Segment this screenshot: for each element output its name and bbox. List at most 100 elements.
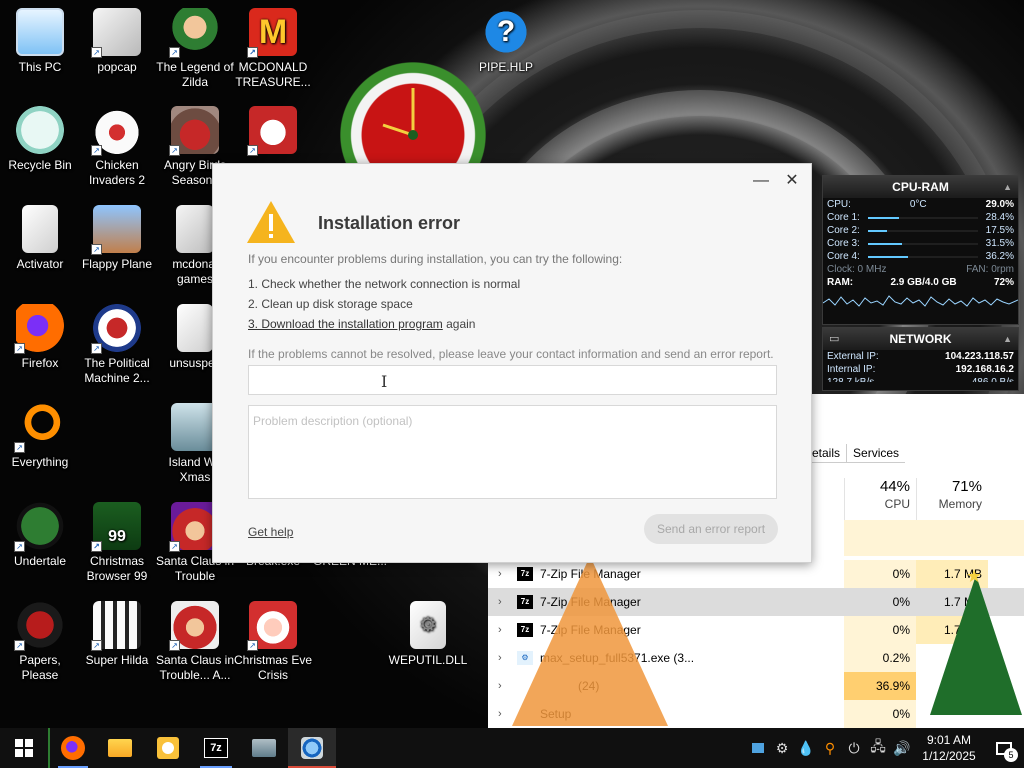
collapse-icon[interactable]: ▲ xyxy=(1003,176,1012,198)
desktop-icon-this-pc[interactable]: This PC xyxy=(0,8,80,75)
expand-chevron-icon[interactable]: › xyxy=(498,644,502,672)
expand-chevron-icon[interactable]: › xyxy=(498,700,502,728)
santa-face-icon: ↗ xyxy=(247,601,297,651)
angry-bird-icon: ↗ xyxy=(169,106,219,156)
clock-time: 9:01 AM xyxy=(926,733,972,747)
tray-network-icon[interactable]: 🖧 xyxy=(866,728,890,768)
icon-label: The Political Machine 2... xyxy=(84,356,150,385)
memory-column-header[interactable]: 71% Memory xyxy=(916,478,988,520)
desktop-icon-christmas-eve-crisis[interactable]: ↗ Christmas Eve Crisis xyxy=(233,601,313,683)
expand-chevron-icon[interactable]: › xyxy=(498,616,502,644)
icon-label: WEPUTIL.DLL xyxy=(388,653,468,667)
magnifier-icon: ↗ xyxy=(14,403,64,453)
tab-services[interactable]: Services xyxy=(846,444,906,463)
desktop-icon-flappy-plane[interactable]: ↗ Flappy Plane xyxy=(77,205,157,272)
ram-graph xyxy=(823,295,1018,307)
desktop-icon-weputil-dll[interactable]: ⚙ WEPUTIL.DLL xyxy=(388,601,468,668)
rate-row: 128.7 kB/s 486.0 B/s xyxy=(823,376,1018,382)
desktop-icon-papers-please[interactable]: ↗ Papers, Please xyxy=(0,601,80,683)
icon-label: Firefox xyxy=(21,356,59,370)
collapse-icon[interactable]: ▲ xyxy=(1003,328,1012,350)
dialog-intro: If you encounter problems during install… xyxy=(248,252,623,266)
desktop-icon-popcap[interactable]: ↗ popcap xyxy=(77,8,157,75)
expand-chevron-icon[interactable]: › xyxy=(498,560,502,588)
tray-search-icon[interactable]: ⚲ xyxy=(818,728,842,768)
stamp-icon: ↗ xyxy=(14,601,64,651)
desktop-icon-political-machine[interactable]: ↗ The Political Machine 2... xyxy=(77,304,157,386)
gadget-header: CPU-RAM ▲ xyxy=(823,176,1018,198)
desktop-icon-mcdonald-treasure[interactable]: M ↗ MCDONALD TREASURE... xyxy=(233,8,313,90)
taskbar-file-explorer[interactable] xyxy=(96,728,144,768)
icon-label: Super Hilda xyxy=(85,653,149,667)
desktop-icon-christmas-browser-99[interactable]: 99 ↗ Christmas Browser 99 xyxy=(77,502,157,584)
tray-power-icon[interactable]: ⏻ xyxy=(842,728,866,768)
problem-description-input[interactable] xyxy=(248,405,777,499)
core-label: Core 2: xyxy=(827,225,860,236)
cpu-temp: 0°C xyxy=(909,199,927,210)
process-cpu: 0% xyxy=(892,595,910,609)
step-3-suffix: again xyxy=(442,317,476,331)
desktop-icon-recycle-bin[interactable]: Recycle Bin xyxy=(0,106,80,173)
folder-icon: ↗ xyxy=(91,8,141,58)
icon-label: MCDONALD TREASURE... xyxy=(235,60,311,89)
core-label: Core 1: xyxy=(827,212,860,223)
core-bar xyxy=(867,243,978,245)
desktop-icon-santa-claus-in-trouble-a[interactable]: ↗ Santa Claus in Trouble... A... xyxy=(155,601,235,683)
chicken-icon: ↗ xyxy=(91,106,141,156)
taskbar-media-player[interactable] xyxy=(144,728,192,768)
contact-info-input[interactable] xyxy=(248,365,777,395)
tray-volume-icon[interactable]: 🔊 xyxy=(890,728,914,768)
dialog-title: Installation error xyxy=(318,213,461,233)
taskbar-network-tool[interactable] xyxy=(240,728,288,768)
core-label: Core 4: xyxy=(827,251,860,262)
expand-chevron-icon[interactable]: › xyxy=(498,588,502,616)
cpu-column-header[interactable]: 44% CPU xyxy=(844,478,916,520)
get-help-link[interactable]: Get help xyxy=(248,525,293,539)
clock-value: Clock: 0 MHz xyxy=(827,264,887,275)
external-ip-label: External IP: xyxy=(827,351,879,362)
close-button[interactable]: ✕ xyxy=(780,170,804,192)
cpu-ram-gadget: CPU-RAM ▲ CPU: 0°C 29.0% Core 1: 28.4% C… xyxy=(822,175,1019,325)
gadget-title: CPU-RAM xyxy=(892,180,949,194)
desktop-icon-snowman[interactable]: ↗ xyxy=(233,106,313,158)
icon-label: The Legend of Zilda xyxy=(156,60,234,89)
media-icon xyxy=(157,737,179,759)
desktop-icon-undertale[interactable]: ↗ Undertale xyxy=(0,502,80,569)
start-button[interactable] xyxy=(0,728,48,768)
tray-network-share-icon[interactable]: ⚙ xyxy=(770,728,794,768)
icon-label: popcap xyxy=(97,60,137,74)
text-cursor-icon: I xyxy=(381,372,388,391)
tray-drop-icon[interactable]: 💧 xyxy=(794,728,818,768)
icon-label: Undertale xyxy=(13,554,67,568)
taskbar-7zip[interactable]: 7z xyxy=(192,728,240,768)
desktop-icon-legend-of-zilda[interactable]: ↗ The Legend of Zilda xyxy=(155,8,235,90)
taskbar-firefox[interactable] xyxy=(48,728,96,768)
download-installer-link[interactable]: 3. Download the installation program xyxy=(248,317,443,331)
memory-column-label: Memory xyxy=(938,497,982,511)
minimize-button[interactable]: — xyxy=(749,170,773,192)
expand-chevron-icon[interactable]: › xyxy=(498,672,502,700)
christmas-clock-decoration xyxy=(338,60,488,210)
desktop-icon-firefox[interactable]: ↗ Firefox xyxy=(0,304,80,371)
ram-label: RAM: xyxy=(827,277,854,288)
tree-star-icon: ★ xyxy=(966,566,983,586)
help-file-icon: ? xyxy=(482,8,530,56)
send-error-report-button[interactable]: Send an error report xyxy=(644,514,778,544)
folder-icon xyxy=(176,205,214,253)
cpu-column-label: CPU xyxy=(884,497,910,511)
tray-monitor-icon[interactable] xyxy=(746,728,770,768)
desktop-icon-chicken-invaders-2[interactable]: ↗ Chicken Invaders 2 xyxy=(77,106,157,188)
tab-details[interactable]: etails xyxy=(806,444,847,463)
taskbar-setup[interactable] xyxy=(288,728,336,768)
desktop-icon-pipe-hlp[interactable]: ? PIPE.HLP xyxy=(466,8,546,75)
notification-center-button[interactable]: 5 xyxy=(984,728,1024,768)
system-tray: ⚙ 💧 ⚲ ⏻ 🖧 🔊 9:01 AM 1/12/2025 5 xyxy=(746,728,1024,768)
desktop-icon-super-hilda[interactable]: ↗ Super Hilda xyxy=(77,601,157,668)
desktop-icon-activator[interactable]: Activator xyxy=(0,205,80,272)
contact-hint: If the problems cannot be resolved, plea… xyxy=(248,347,774,361)
desktop-icon-everything[interactable]: ↗ Everything xyxy=(0,403,80,470)
taskbar-clock[interactable]: 9:01 AM 1/12/2025 xyxy=(914,732,984,764)
rate-value: 128.7 kB/s xyxy=(827,377,874,382)
7zip-icon: 7z xyxy=(204,738,228,758)
icon-label: Papers, Please xyxy=(19,653,61,682)
